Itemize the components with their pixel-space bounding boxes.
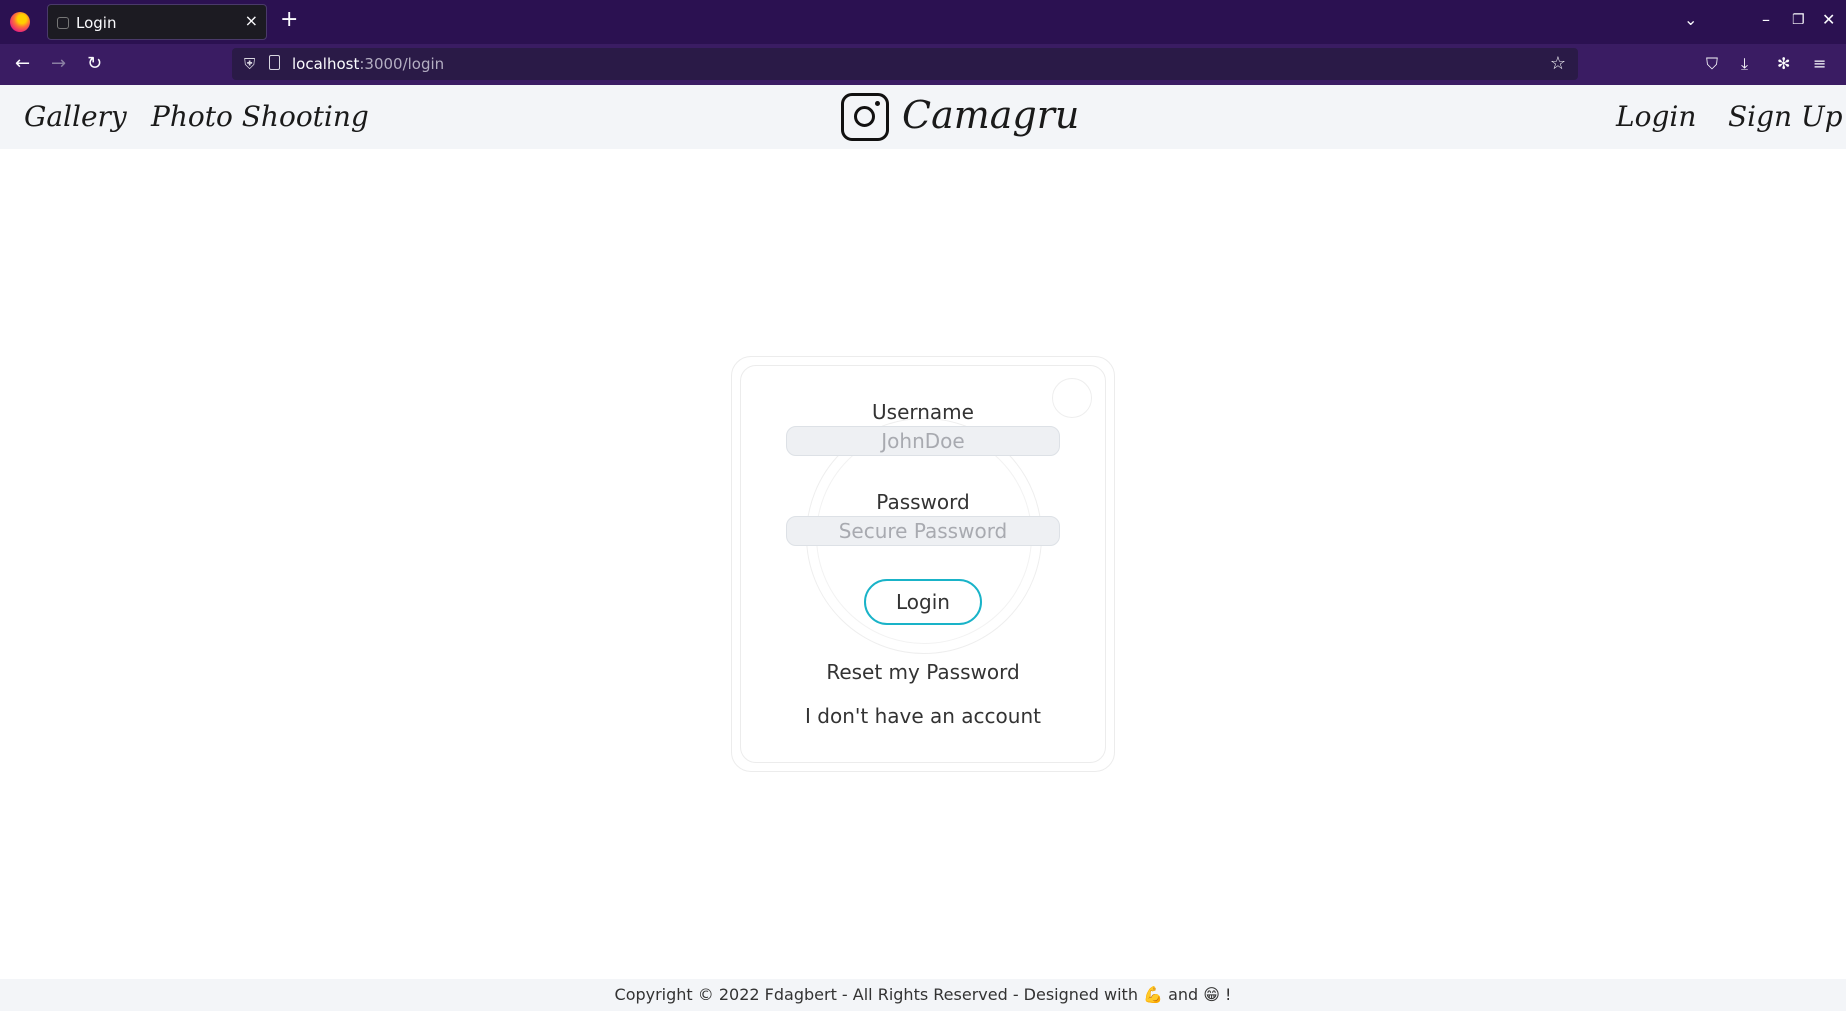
url-text[interactable]: localhost:3000/login (292, 55, 444, 73)
back-button[interactable]: ← (15, 53, 30, 75)
minimize-icon[interactable]: – (1762, 10, 1770, 30)
tracking-shield-icon[interactable]: ⛨ (244, 55, 255, 73)
footer-and: and (1168, 985, 1199, 1004)
browser-tabbar: Login × + ⌄ – ❐ ✕ (0, 0, 1846, 44)
camera-favicon-icon (57, 17, 69, 29)
app-menu-icon[interactable]: ≡ (1813, 54, 1826, 74)
pocket-icon[interactable]: ⛉ (1706, 54, 1718, 74)
extensions-icon[interactable]: ✻ (1777, 54, 1790, 74)
close-window-icon[interactable]: ✕ (1822, 10, 1835, 30)
new-tab-button[interactable]: + (280, 8, 298, 32)
camera-logo-icon[interactable] (841, 93, 889, 141)
bookmark-star-icon[interactable]: ☆ (1550, 53, 1566, 74)
firefox-icon[interactable] (10, 12, 30, 32)
no-account-link[interactable]: I don't have an account (763, 704, 1083, 728)
username-input[interactable] (786, 426, 1060, 456)
tab-title: Login (76, 14, 117, 32)
brand-name[interactable]: Camagru (902, 91, 1079, 139)
nav-signup-link[interactable]: Sign Up (1728, 100, 1843, 134)
nav-photo-shooting-link[interactable]: Photo Shooting (151, 100, 369, 134)
nav-gallery-link[interactable]: Gallery (24, 100, 127, 134)
restore-window-icon[interactable]: ❐ (1792, 10, 1805, 30)
site-footer: Copyright © 2022 Fdagbert - All Rights R… (0, 979, 1846, 1011)
list-all-tabs-icon[interactable]: ⌄ (1684, 10, 1697, 30)
footer-exclamation: ! (1225, 985, 1232, 1004)
download-icon[interactable]: ⤓ (1741, 54, 1748, 74)
site-header: Gallery Photo Shooting Camagru Login Sig… (0, 85, 1846, 149)
browser-tab[interactable]: Login × (47, 4, 267, 40)
password-input[interactable] (786, 516, 1060, 546)
flexed-biceps-emoji-icon: 💪 (1143, 985, 1163, 1004)
page-info-icon[interactable] (269, 55, 280, 70)
nav-login-link[interactable]: Login (1616, 100, 1696, 134)
login-submit-button[interactable]: Login (864, 579, 982, 625)
password-label: Password (876, 490, 970, 514)
username-label: Username (872, 400, 974, 424)
close-tab-icon[interactable]: × (245, 12, 258, 30)
forward-button[interactable]: → (51, 53, 66, 75)
grinning-face-emoji-icon: 😁 (1203, 985, 1220, 1004)
browser-navbar: ← → ↻ ⛨ localhost:3000/login ☆ ⛉ ⤓ ✻ ≡ (0, 44, 1846, 85)
footer-copyright: Copyright © 2022 Fdagbert - All Rights R… (614, 985, 1138, 1004)
reset-password-link[interactable]: Reset my Password (763, 660, 1083, 684)
url-bar[interactable]: ⛨ localhost:3000/login ☆ (232, 48, 1578, 80)
reload-button[interactable]: ↻ (87, 53, 102, 75)
